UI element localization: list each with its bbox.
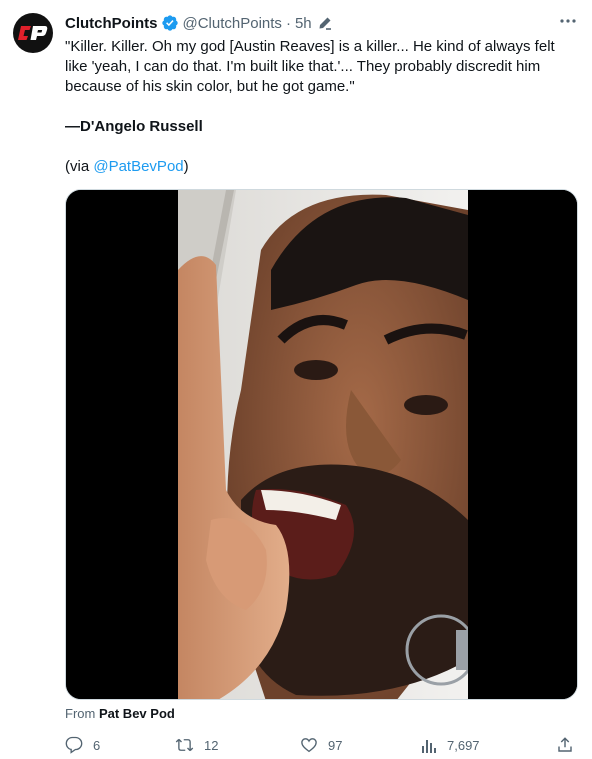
share-icon xyxy=(558,737,572,752)
retweet-button[interactable]: 12 xyxy=(175,734,218,756)
like-icon xyxy=(301,738,317,753)
clutchpoints-logo-icon xyxy=(18,26,48,40)
separator-dot: · xyxy=(285,14,291,32)
tweet-attribution: —D'Angelo Russell xyxy=(65,118,203,135)
action-bar: 6 12 97 7,697 xyxy=(65,734,577,756)
views-button[interactable]: 7,697 xyxy=(421,734,480,756)
media-source: From Pat Bev Pod xyxy=(65,706,175,721)
media-source-name[interactable]: Pat Bev Pod xyxy=(99,706,175,721)
views-count: 7,697 xyxy=(447,737,480,753)
tweet-quote: "Killer. Killer. Oh my god [Austin Reave… xyxy=(65,38,555,95)
reply-icon xyxy=(65,736,83,754)
tweet-via: (via @PatBevPod) xyxy=(65,157,577,177)
reply-button[interactable]: 6 xyxy=(65,734,100,756)
views-icon xyxy=(422,740,436,753)
author-handle[interactable]: @ClutchPoints xyxy=(183,15,282,32)
like-button[interactable]: 97 xyxy=(300,734,342,756)
tweet-header: ClutchPoints @ClutchPoints · 5h xyxy=(65,12,577,34)
retweet-count: 12 xyxy=(204,737,219,753)
like-count: 97 xyxy=(328,737,343,753)
tweet[interactable]: ClutchPoints @ClutchPoints · 5h "Killer.… xyxy=(0,0,592,759)
author-name[interactable]: ClutchPoints xyxy=(65,15,158,32)
via-suffix: ) xyxy=(183,158,189,175)
reply-count: 6 xyxy=(93,737,101,753)
edit-icon[interactable] xyxy=(317,15,333,31)
share-button[interactable] xyxy=(556,734,574,756)
via-mention-link[interactable]: @PatBevPod xyxy=(93,158,183,175)
tweet-text: "Killer. Killer. Oh my god [Austin Reave… xyxy=(65,37,577,177)
retweet-icon xyxy=(175,738,194,752)
verified-badge-icon xyxy=(161,14,179,32)
via-prefix: (via xyxy=(65,158,94,175)
more-icon[interactable] xyxy=(559,12,577,30)
video-frame xyxy=(66,190,577,699)
video-player[interactable] xyxy=(65,189,578,700)
avatar[interactable] xyxy=(13,13,53,53)
media-source-prefix: From xyxy=(65,706,96,721)
timestamp[interactable]: 5h xyxy=(295,15,312,32)
